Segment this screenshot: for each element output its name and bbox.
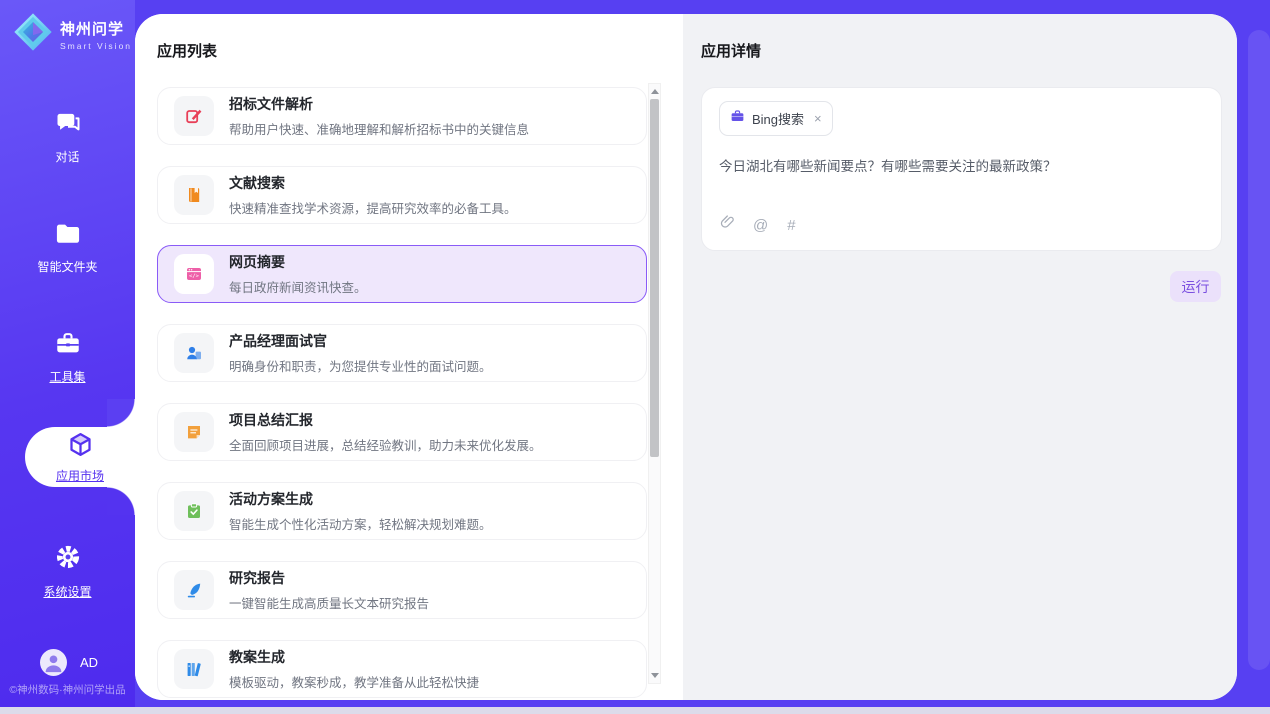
app-desc: 智能生成个性化活动方案，轻松解决规划难题。 [229, 514, 492, 533]
sidebar-item-label: 智能文件夹 [37, 258, 97, 275]
sidebar-item-label: 工具集 [49, 368, 85, 385]
mention-icon[interactable]: @ [753, 217, 768, 234]
scroll-up-arrow-icon[interactable] [651, 89, 659, 94]
scroll-down-arrow-icon[interactable] [651, 673, 659, 678]
brand-name: 神州问学 [60, 18, 132, 39]
hashtag-icon[interactable]: # [787, 217, 795, 234]
query-text[interactable]: 今日湖北有哪些新闻要点？有哪些需要关注的最新政策？ [719, 155, 1204, 175]
sidebar-item-app-market-active[interactable]: 应用市场 [25, 427, 135, 487]
briefcase-icon [730, 109, 745, 128]
book-icon [174, 175, 214, 215]
app-name: 文献搜索 [229, 173, 517, 193]
gear-icon [54, 543, 82, 576]
sidebar-item-label: 对话 [55, 148, 79, 165]
app-name: 研究报告 [229, 568, 429, 588]
copyright-footer: ©神州数码·神州问学出品 [0, 682, 135, 697]
cube-icon [67, 431, 94, 463]
prompt-card: Bing搜索 × 今日湖北有哪些新闻要点？有哪些需要关注的最新政策？ @ # [701, 87, 1222, 251]
paperclip-icon[interactable] [719, 214, 734, 236]
app-desc: 一键智能生成高质量长文本研究报告 [229, 593, 429, 612]
sidebar-item-label: 系统设置 [43, 583, 91, 600]
close-icon[interactable]: × [814, 112, 822, 125]
books-icon [174, 649, 214, 689]
app-desc: 每日政府新闻资讯快查。 [229, 277, 367, 296]
main-content: 应用列表 招标文件解析 帮助用户快速、准确地理解和解析招标书中的关键信息 [135, 14, 1237, 700]
app-name: 项目总结汇报 [229, 410, 542, 430]
sidebar-item-label: 应用市场 [56, 467, 104, 484]
edge-decoration [1248, 30, 1270, 670]
toolbox-icon [54, 330, 82, 361]
sidebar-item-settings[interactable]: 系统设置 [0, 543, 135, 600]
web-page-icon: </> [174, 254, 214, 294]
app-name: 教案生成 [229, 647, 479, 667]
app-desc: 明确身份和职责，为您提供专业性的面试问题。 [229, 356, 492, 375]
sidebar-item-toolset[interactable]: 工具集 [0, 330, 135, 385]
list-item-pm-interviewer[interactable]: 产品经理面试官 明确身份和职责，为您提供专业性的面试问题。 [157, 324, 647, 382]
diamond-logo-icon [14, 13, 52, 56]
scrollbar-thumb[interactable] [650, 99, 659, 457]
bing-search-tag[interactable]: Bing搜索 × [719, 101, 833, 136]
list-item-bid-analysis[interactable]: 招标文件解析 帮助用户快速、准确地理解和解析招标书中的关键信息 [157, 87, 647, 145]
list-item-lesson-plan[interactable]: 教案生成 模板驱动，教案秒成，教学准备从此轻松快捷 [157, 640, 647, 698]
app-name: 产品经理面试官 [229, 331, 492, 351]
clipboard-icon [174, 491, 214, 531]
app-list-scrollbar[interactable] [648, 83, 661, 684]
app-name: 活动方案生成 [229, 489, 492, 509]
folder-icon [54, 222, 82, 251]
bottom-strip [0, 707, 1270, 714]
note-icon [174, 412, 214, 452]
sidebar: 神州问学 Smart Vision 对话 智能文件夹 [0, 0, 135, 707]
app-desc: 帮助用户快速、准确地理解和解析招标书中的关键信息 [229, 119, 529, 138]
run-button[interactable]: 运行 [1170, 271, 1221, 302]
avatar [40, 649, 67, 676]
svg-text:</>: </> [189, 274, 200, 280]
app-detail-panel: 应用详情 Bing搜索 × 今日湖北有哪些新闻要点？有哪些需要关注的最新政策？ [683, 14, 1237, 700]
sidebar-item-smart-folder[interactable]: 智能文件夹 [0, 222, 135, 275]
list-item-web-summary-selected[interactable]: </> 网页摘要 每日政府新闻资讯快查。 [157, 245, 647, 303]
list-item-literature-search[interactable]: 文献搜索 快速精准查找学术资源，提高研究效率的必备工具。 [157, 166, 647, 224]
user-account[interactable]: AD [40, 649, 98, 676]
app-desc: 快速精准查找学术资源，提高研究效率的必备工具。 [229, 198, 517, 217]
list-item-event-plan[interactable]: 活动方案生成 智能生成个性化活动方案，轻松解决规划难题。 [157, 482, 647, 540]
attachment-toolbar: @ # [719, 214, 796, 236]
app-name: 招标文件解析 [229, 94, 529, 114]
user-name: AD [80, 655, 98, 670]
tag-label: Bing搜索 [752, 109, 804, 128]
app-detail-title: 应用详情 [701, 40, 1222, 61]
brand-logo: 神州问学 Smart Vision [14, 13, 132, 56]
brand-subtitle: Smart Vision [60, 41, 132, 51]
app-card-list: 招标文件解析 帮助用户快速、准确地理解和解析招标书中的关键信息 文献搜索 快速精… [157, 87, 647, 698]
chat-icon [54, 110, 82, 141]
app-desc: 模板驱动，教案秒成，教学准备从此轻松快捷 [229, 672, 479, 691]
app-list-panel: 应用列表 招标文件解析 帮助用户快速、准确地理解和解析招标书中的关键信息 [135, 14, 683, 700]
app-list-title: 应用列表 [157, 40, 683, 61]
list-item-research-report[interactable]: 研究报告 一键智能生成高质量长文本研究报告 [157, 561, 647, 619]
list-item-project-summary[interactable]: 项目总结汇报 全面回顾项目进展，总结经验教训，助力未来优化发展。 [157, 403, 647, 461]
sidebar-item-chat[interactable]: 对话 [0, 110, 135, 165]
bid-document-icon [174, 96, 214, 136]
app-desc: 全面回顾项目进展，总结经验教训，助力未来优化发展。 [229, 435, 542, 454]
interviewer-icon [174, 333, 214, 373]
app-name: 网页摘要 [229, 252, 367, 272]
quill-icon [174, 570, 214, 610]
